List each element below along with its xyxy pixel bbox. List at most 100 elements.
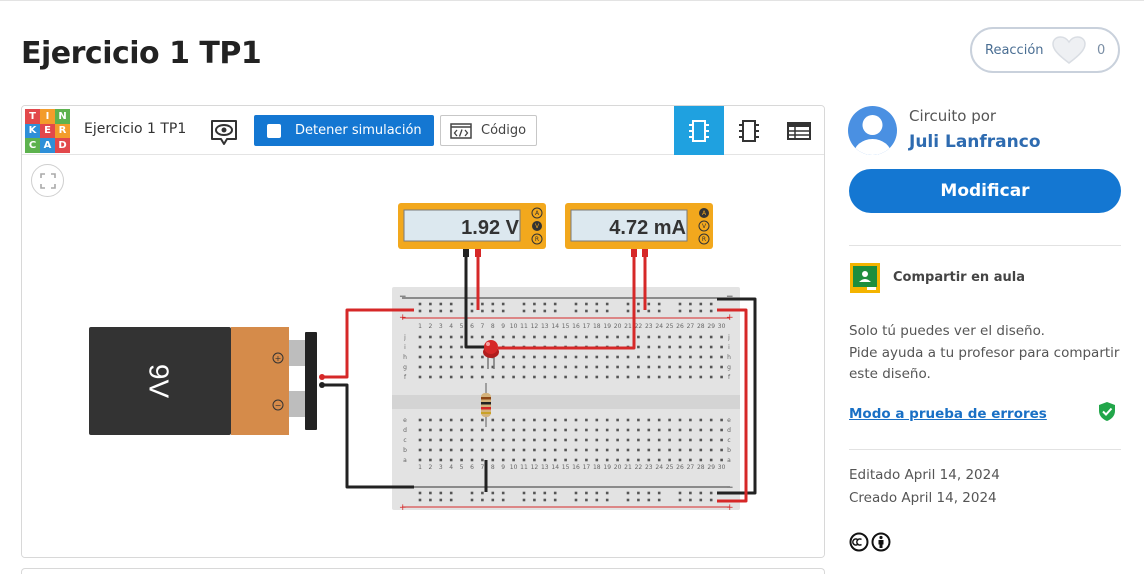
breadboard-hole	[699, 438, 703, 442]
share-classroom-link[interactable]: Compartir en aula	[893, 270, 1025, 285]
parts-list-button[interactable]	[774, 106, 824, 155]
row-letter: g	[403, 364, 407, 371]
breadboard-hole	[605, 302, 609, 306]
breadboard-hole	[657, 438, 661, 442]
breadboard-hole	[522, 365, 526, 369]
schematic-view-button[interactable]	[724, 106, 774, 155]
column-number: 28	[697, 464, 705, 471]
breadboard-hole	[449, 418, 453, 422]
breadboard-hole	[470, 438, 474, 442]
code-button[interactable]: Código	[440, 115, 537, 146]
column-number: 10	[510, 323, 518, 330]
breadboard-hole	[501, 438, 505, 442]
breadboard-hole	[616, 418, 619, 422]
breadboard-hole	[553, 438, 557, 442]
breadboard-hole	[720, 418, 723, 422]
breadboard-hole	[429, 375, 432, 379]
breadboard-hole	[595, 418, 599, 422]
breadboard-hole	[501, 428, 505, 432]
page-title: Ejercicio 1 TP1	[21, 36, 262, 71]
breadboard-hole	[668, 438, 671, 442]
svg-text:+: +	[399, 503, 407, 513]
voltmeter[interactable]: 1.92 V A V R	[398, 203, 546, 257]
row-letter: g	[727, 364, 731, 371]
breadboard-hole	[720, 365, 723, 369]
breadboard-hole	[418, 448, 422, 452]
stop-simulation-button[interactable]: Detener simulación	[254, 115, 434, 146]
circuit-view-button[interactable]	[674, 106, 724, 155]
breadboard-hole	[626, 375, 630, 379]
breadboard-hole	[553, 355, 557, 359]
logo-letter: E	[40, 123, 55, 138]
reaction-count: 0	[1097, 42, 1106, 58]
breadboard-hole	[605, 458, 609, 462]
breadboard-hole	[699, 418, 703, 422]
column-number: 3	[439, 464, 443, 471]
breadboard-hole	[553, 365, 557, 369]
breadboard-hole	[678, 458, 682, 462]
breadboard-hole	[449, 302, 453, 306]
breadboard-hole	[699, 375, 703, 379]
breadboard-hole	[647, 418, 651, 422]
breadboard-hole	[647, 309, 651, 313]
tinkercad-logo[interactable]: T I N K E R C A D	[25, 109, 70, 153]
error-proof-mode-link[interactable]: Modo a prueba de errores	[849, 406, 1047, 422]
breadboard-hole	[678, 498, 682, 502]
breadboard-hole	[585, 448, 588, 452]
breadboard-hole	[543, 438, 547, 442]
breadboard-hole	[481, 335, 484, 339]
column-number: 6	[470, 464, 474, 471]
breadboard-hole	[418, 365, 422, 369]
breadboard-hole	[418, 438, 422, 442]
breadboard-hole	[491, 438, 495, 442]
breadboard-hole	[605, 491, 609, 495]
breadboard-hole	[699, 448, 703, 452]
breadboard-hole	[418, 458, 422, 462]
author-link[interactable]: Juli Lanfranco	[909, 132, 1041, 152]
ammeter[interactable]: 4.72 mA A V R	[565, 203, 713, 257]
breadboard-hole	[501, 418, 505, 422]
breadboard-hole	[647, 428, 651, 432]
breadboard-hole	[616, 428, 619, 432]
breadboard[interactable]: 1122334455667788991010111112121313141415…	[392, 287, 740, 513]
breadboard-hole	[709, 355, 713, 359]
breadboard-hole	[512, 335, 515, 339]
avatar[interactable]	[848, 106, 897, 155]
breadboard-hole	[470, 418, 474, 422]
row-letter: a	[403, 457, 407, 464]
breadboard-hole	[574, 428, 578, 432]
breadboard-hole	[709, 448, 713, 452]
breadboard-hole	[637, 335, 640, 339]
column-number: 5	[460, 323, 464, 330]
breadboard-hole	[481, 498, 484, 502]
svg-text:R: R	[702, 236, 706, 243]
breadboard-hole	[449, 428, 453, 432]
breadboard-hole	[585, 428, 588, 432]
breadboard-hole	[533, 498, 536, 502]
breadboard-hole	[720, 448, 723, 452]
reaction-button[interactable]: Reacción 0	[970, 27, 1120, 73]
circuit-canvas[interactable]: 1 1 2 2 3 3 4 4 5 5 6 6 7 7 8 8 9 9 10 10 11 11 12 12 13 13 14 14 15…	[22, 155, 824, 557]
breadboard-hole	[678, 438, 682, 442]
breadboard-hole	[678, 448, 682, 452]
breadboard-hole	[657, 335, 661, 339]
view-eye-icon[interactable]	[209, 117, 239, 147]
breadboard-hole	[605, 365, 609, 369]
circuit-view-icon	[689, 119, 709, 142]
breadboard-hole	[616, 448, 619, 452]
row-letter: c	[403, 437, 406, 444]
breadboard-hole	[418, 491, 422, 495]
breadboard-hole	[543, 365, 547, 369]
battery-9v[interactable]: 9V + −	[89, 327, 325, 435]
svg-text:R: R	[535, 236, 539, 243]
breadboard-hole	[481, 428, 484, 432]
license-icons[interactable]	[849, 532, 891, 552]
breadboard-hole	[501, 458, 505, 462]
breadboard-hole	[689, 428, 692, 432]
modify-button[interactable]: Modificar	[849, 169, 1121, 213]
breadboard-hole	[689, 302, 692, 306]
breadboard-hole	[637, 418, 640, 422]
breadboard-hole	[470, 491, 474, 495]
svg-text:+: +	[275, 354, 282, 363]
battery-label: 9V	[144, 364, 175, 399]
